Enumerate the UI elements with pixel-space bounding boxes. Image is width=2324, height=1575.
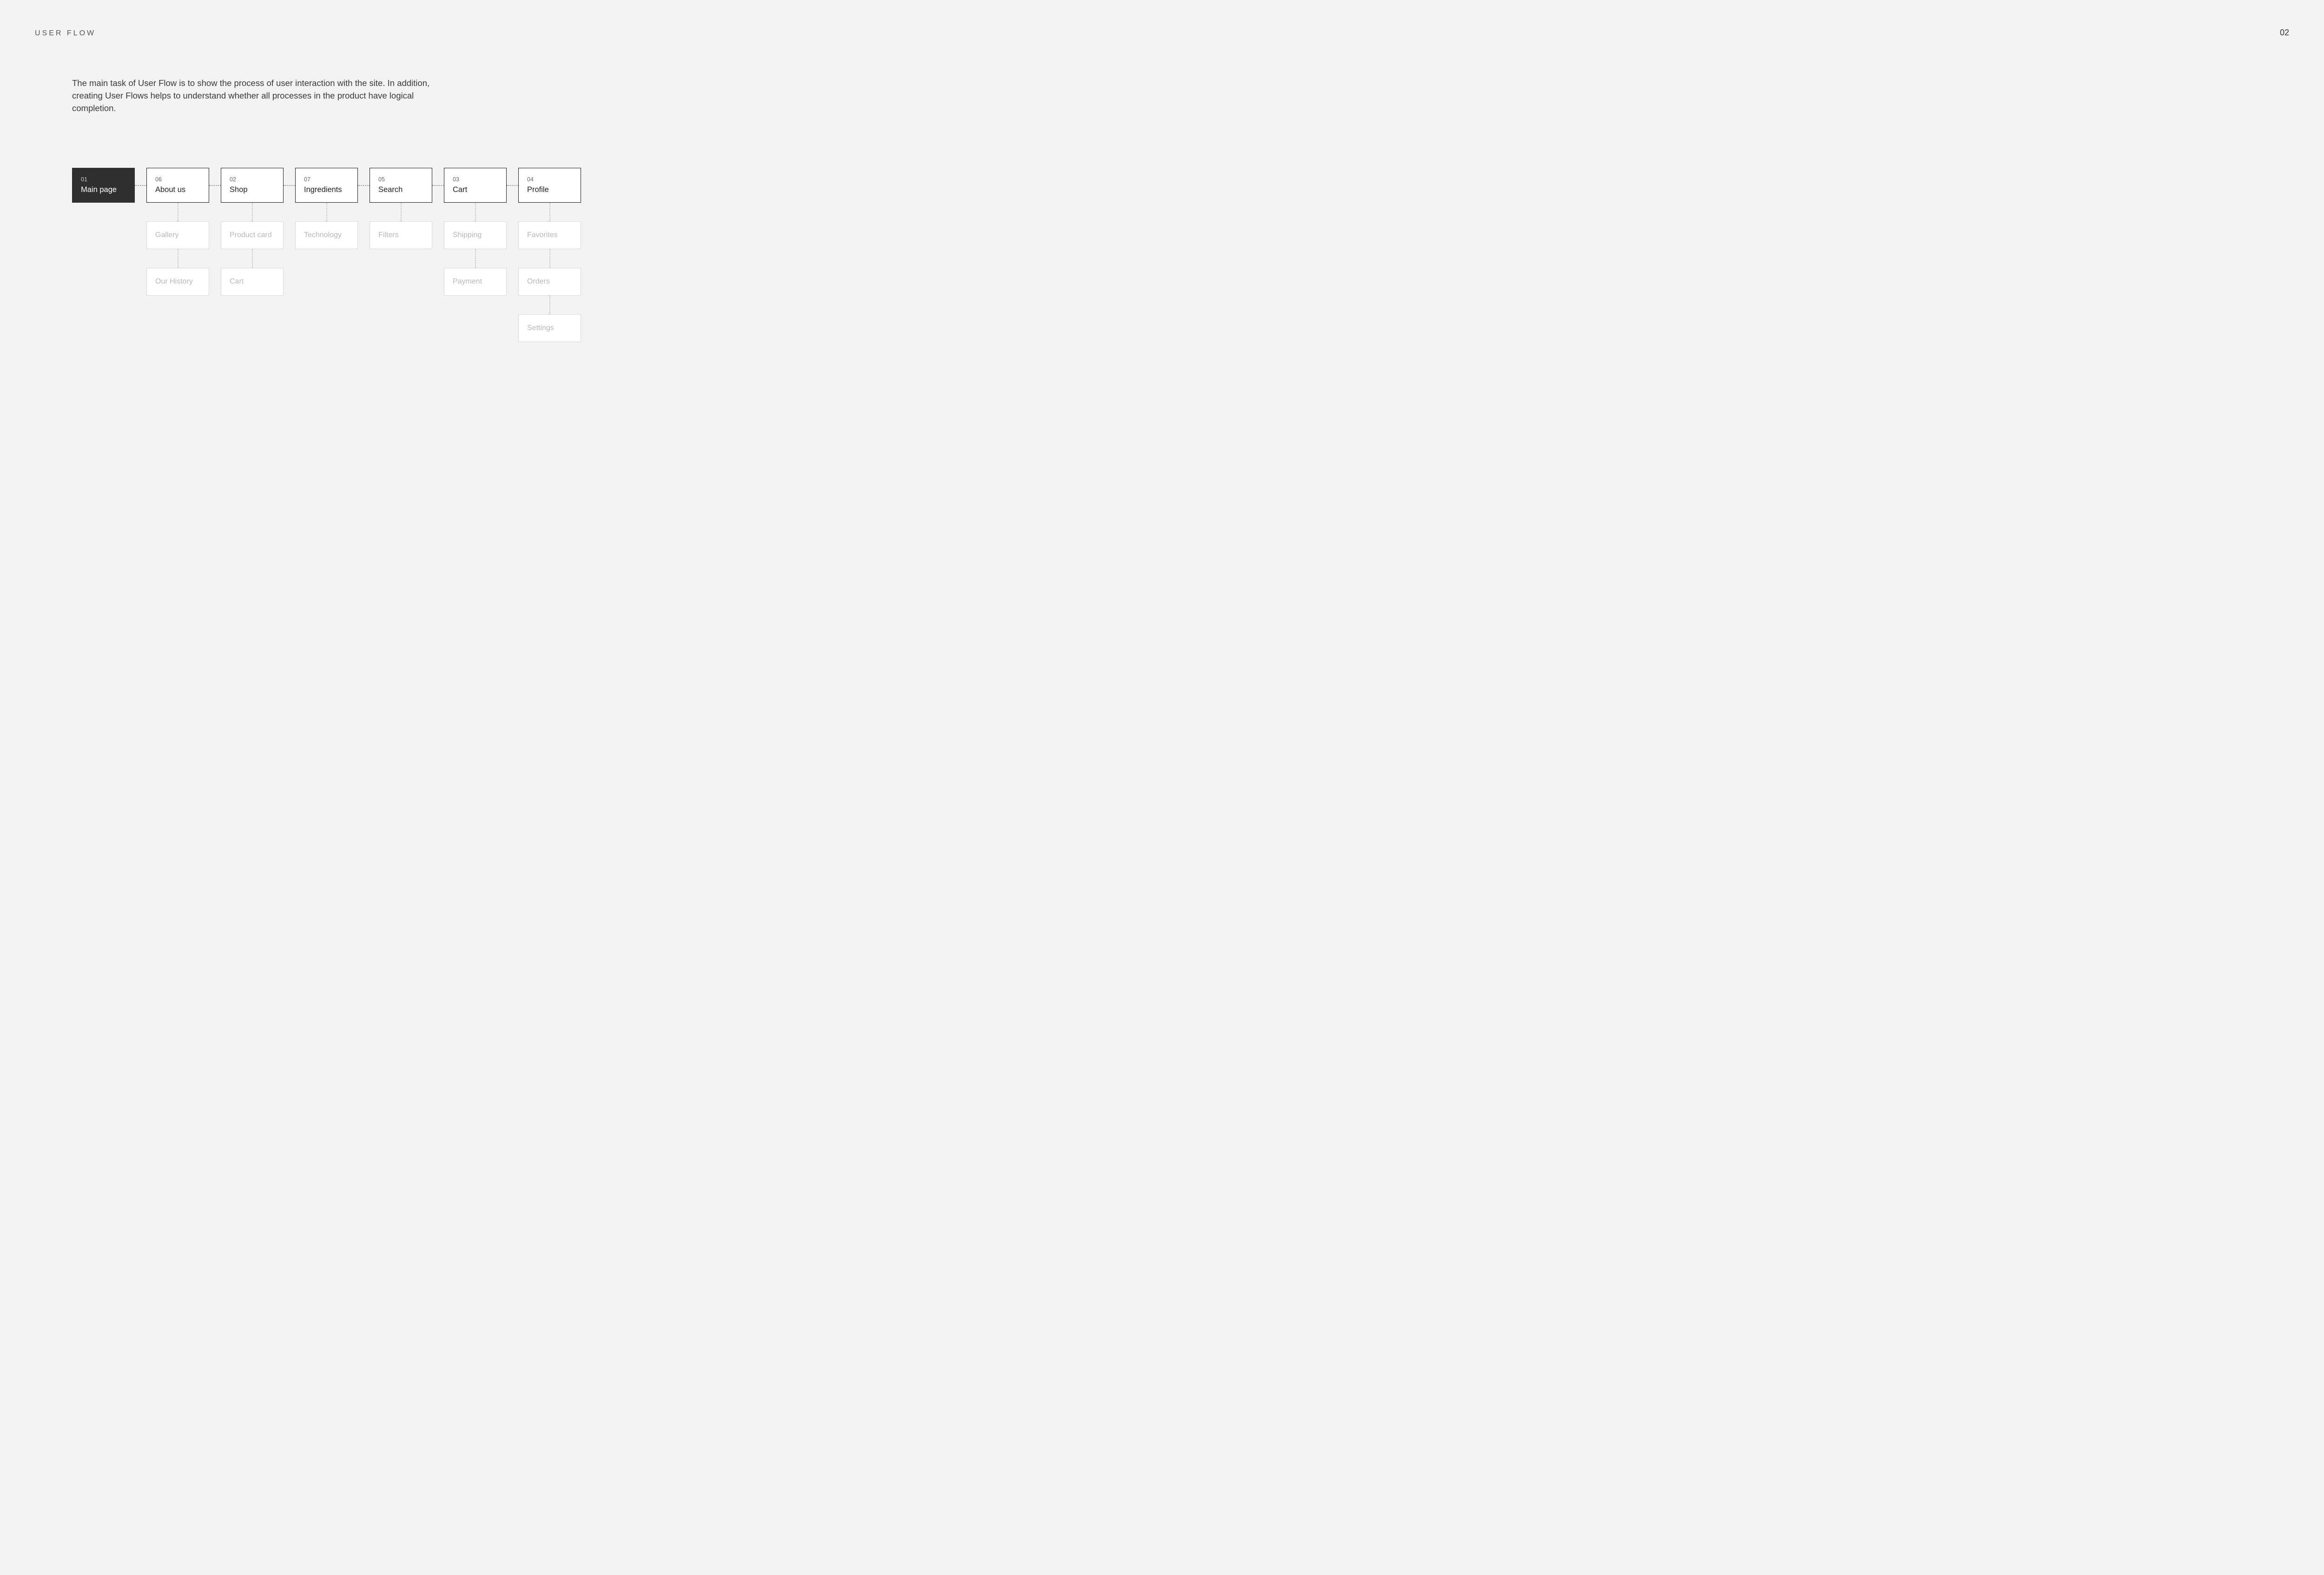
flow-connector-vertical — [326, 203, 327, 221]
flow-connector-horizontal — [358, 168, 370, 203]
flow-connector-vertical — [549, 296, 550, 314]
flow-node-profile: 04 Profile — [518, 168, 581, 203]
flow-column-shop: Product card Cart — [221, 203, 284, 342]
flow-node-main-page: 01 Main page — [72, 168, 135, 203]
flow-node-label: Shop — [230, 185, 275, 194]
flow-node-label: Ingredients — [304, 185, 349, 194]
flow-connector-vertical — [549, 249, 550, 268]
flow-subnode-gallery: Gallery — [146, 221, 209, 249]
user-flow-diagram: 01 Main page 06 About us 02 Shop 07 Ingr… — [72, 168, 2289, 342]
flow-connector-vertical — [252, 249, 253, 268]
flow-node-number: 07 — [304, 176, 349, 183]
flow-column-search: Filters — [370, 203, 432, 342]
flow-subnode-settings: Settings — [518, 314, 581, 342]
flow-subnode-filters: Filters — [370, 221, 432, 249]
flow-connector-vertical — [252, 203, 253, 221]
flow-node-number: 02 — [230, 176, 275, 183]
description-text: The main task of User Flow is to show th… — [72, 77, 430, 114]
flow-subnode-payment: Payment — [444, 268, 507, 296]
flow-node-number: 03 — [453, 176, 498, 183]
flow-connector-horizontal — [432, 168, 444, 203]
flow-node-label: Search — [378, 185, 423, 194]
flow-sub-columns: Gallery Our History Product card Cart Te… — [72, 203, 2289, 342]
flow-column-profile: Favorites Orders Settings — [518, 203, 581, 342]
flow-top-row: 01 Main page 06 About us 02 Shop 07 Ingr… — [72, 168, 2289, 203]
flow-node-number: 01 — [81, 176, 126, 183]
flow-node-label: Profile — [527, 185, 572, 194]
flow-column-about-us: Gallery Our History — [146, 203, 209, 342]
flow-column-ingredients: Technology — [295, 203, 358, 342]
flow-subnode-shipping: Shipping — [444, 221, 507, 249]
flow-connector-vertical — [475, 203, 476, 221]
flow-node-cart: 03 Cart — [444, 168, 507, 203]
flow-node-ingredients: 07 Ingredients — [295, 168, 358, 203]
flow-node-search: 05 Search — [370, 168, 432, 203]
flow-node-number: 05 — [378, 176, 423, 183]
page-header: USER FLOW 02 — [35, 28, 2289, 38]
flow-node-label: Cart — [453, 185, 498, 194]
flow-node-shop: 02 Shop — [221, 168, 284, 203]
flow-node-number: 06 — [155, 176, 200, 183]
flow-subnode-orders: Orders — [518, 268, 581, 296]
flow-subnode-technology: Technology — [295, 221, 358, 249]
flow-node-number: 04 — [527, 176, 572, 183]
flow-subnode-our-history: Our History — [146, 268, 209, 296]
flow-connector-horizontal — [209, 168, 221, 203]
flow-connector-horizontal — [507, 168, 518, 203]
flow-subnode-cart: Cart — [221, 268, 284, 296]
flow-node-label: Main page — [81, 185, 126, 194]
flow-connector-vertical — [475, 249, 476, 268]
flow-connector-vertical — [549, 203, 550, 221]
flow-node-about-us: 06 About us — [146, 168, 209, 203]
flow-node-label: About us — [155, 185, 200, 194]
flow-connector-horizontal — [135, 168, 146, 203]
flow-connector-horizontal — [284, 168, 295, 203]
page-number: 02 — [2280, 28, 2289, 38]
flow-subnode-product-card: Product card — [221, 221, 284, 249]
flow-connector-vertical — [401, 203, 402, 221]
flow-column-spacer-root — [72, 203, 135, 342]
flow-column-cart: Shipping Payment — [444, 203, 507, 342]
section-title: USER FLOW — [35, 29, 96, 38]
flow-subnode-favorites: Favorites — [518, 221, 581, 249]
